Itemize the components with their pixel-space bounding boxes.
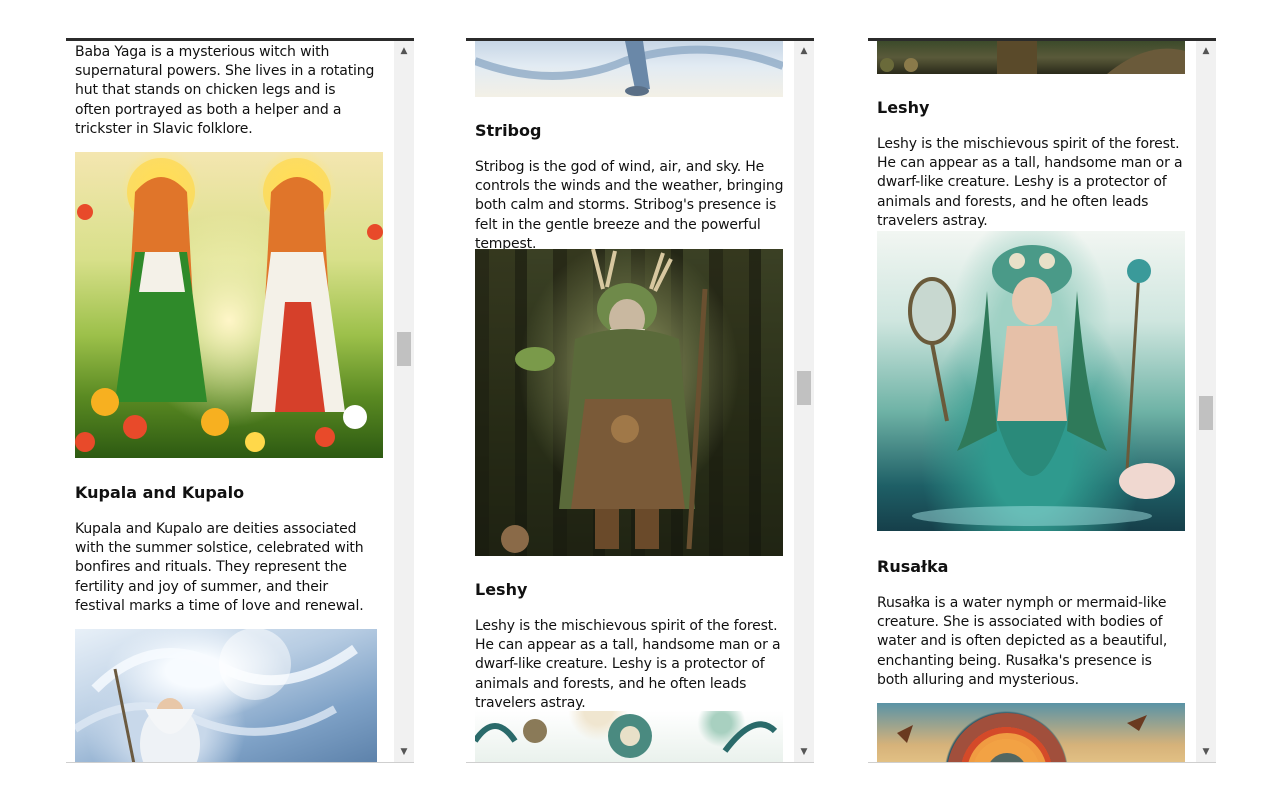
vertical-scrollbar[interactable]: ▲ ▼ [394, 41, 414, 762]
rusalka-heading: Rusałka [877, 557, 949, 576]
stribog-heading: Stribog [475, 121, 542, 140]
viewport-top-border [66, 38, 414, 41]
scrollbar-thumb[interactable] [1199, 396, 1213, 430]
scroll-down-arrow-icon[interactable]: ▼ [394, 744, 414, 760]
scroll-up-arrow-icon[interactable]: ▲ [1196, 43, 1216, 59]
leshy-description: Leshy is the mischievous spirit of the f… [877, 136, 1183, 229]
rusalka-image [877, 231, 1185, 531]
vertical-scrollbar[interactable]: ▲ ▼ [1196, 41, 1216, 762]
stribog-illustration [75, 629, 358, 762]
stribog-description: Stribog is the god of wind, air, and sky… [475, 159, 784, 252]
leshy-description: Leshy is the mischievous spirit of the f… [475, 618, 781, 711]
next-image-partial [877, 703, 1185, 762]
leshy-image-partial [877, 41, 1185, 74]
kupala-heading: Kupala and Kupalo [75, 483, 245, 502]
leshy-heading: Leshy [877, 98, 930, 117]
kupala-and-kupalo-image [75, 152, 383, 458]
kupala-illustration [75, 158, 383, 452]
leshy-image [475, 249, 783, 556]
scroll-down-arrow-icon[interactable]: ▼ [1196, 744, 1216, 760]
article-viewport-3[interactable]: Leshy Leshy is the mischievous spirit of… [868, 38, 1216, 763]
article-viewport-2[interactable]: Stribog Stribog is the god of wind, air,… [466, 38, 814, 763]
leshy-heading: Leshy [475, 580, 528, 599]
scrollbar-thumb[interactable] [797, 371, 811, 405]
kupala-description: Kupala and Kupalo are deities associated… [75, 521, 364, 614]
article-viewport-1[interactable]: Baba Yaga is a mysterious witch with sup… [66, 38, 414, 763]
leshy-illustration [475, 249, 783, 556]
stribog-image-partial [75, 629, 377, 762]
scrollbar-thumb[interactable] [397, 332, 411, 366]
stribog-image-partial [475, 41, 783, 97]
vertical-scrollbar[interactable]: ▲ ▼ [794, 41, 814, 762]
rusalka-image-partial [475, 711, 783, 762]
rusalka-illustration [908, 245, 1175, 526]
mandala-illustration-top [897, 713, 1147, 762]
stribog-illustration-bottom [475, 41, 783, 96]
rusalka-description: Rusałka is a water nymph or mermaid-like… [877, 595, 1168, 688]
scroll-up-arrow-icon[interactable]: ▲ [394, 43, 414, 59]
baba-yaga-description: Baba Yaga is a mysterious witch with sup… [75, 44, 375, 137]
leshy-illustration-bottom [880, 41, 1185, 74]
rusalka-illustration-top [475, 714, 778, 758]
scroll-down-arrow-icon[interactable]: ▼ [794, 744, 814, 760]
scroll-up-arrow-icon[interactable]: ▲ [794, 43, 814, 59]
